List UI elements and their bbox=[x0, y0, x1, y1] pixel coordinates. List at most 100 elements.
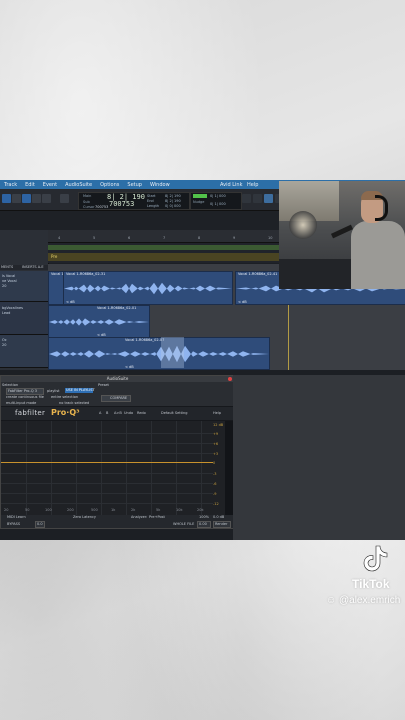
zoom-value[interactable]: 100% bbox=[199, 515, 209, 519]
selector-tool-button[interactable] bbox=[22, 194, 31, 203]
zoom-tool-button[interactable] bbox=[2, 194, 11, 203]
db-tick[interactable]: 12 dB bbox=[213, 423, 223, 427]
handle-field[interactable]: 0.00 bbox=[197, 521, 211, 528]
ruler-tick: 9 bbox=[233, 236, 236, 240]
menu-item-help[interactable]: Help bbox=[243, 182, 262, 188]
timeline-ruler[interactable]: 4 5 6 7 8 9 10 bbox=[48, 230, 282, 243]
eq-curve[interactable] bbox=[1, 462, 213, 463]
undo-button[interactable]: Undo bbox=[124, 411, 133, 415]
menu-item-clip[interactable]: Edit bbox=[21, 182, 39, 188]
start-label: Start bbox=[147, 194, 156, 198]
webcam-video bbox=[279, 181, 405, 289]
freq-tick: 5k bbox=[156, 508, 161, 512]
waveform bbox=[49, 345, 269, 363]
ruler-tick: 10 bbox=[268, 236, 273, 240]
clip-name: Vocal 1-R0686a_02-01 bbox=[97, 306, 137, 310]
audio-clip[interactable]: Vocal 1-R0686a_02-01 < dB bbox=[48, 305, 150, 338]
ruler-tick: 4 bbox=[58, 236, 61, 240]
eq-display[interactable]: 12 dB +9 +6 +3 0 -3 -6 -9 -12 20 50 100 … bbox=[1, 421, 225, 515]
zero-latency-toggle[interactable]: Zero Latency bbox=[73, 515, 96, 519]
processing-mode[interactable]: create continuous file bbox=[6, 395, 44, 399]
menu-item-avid-link[interactable]: Avid Link bbox=[216, 182, 246, 188]
db-tick: +9 bbox=[213, 432, 219, 436]
ruler-tick: 8 bbox=[198, 236, 201, 240]
toolbar-a[interactable]: A bbox=[99, 411, 101, 415]
pro-q3-logo: Pro·Q³ bbox=[51, 408, 80, 417]
midi-learn-button[interactable]: MIDI Learn bbox=[7, 515, 26, 519]
grid-mode-indicator[interactable] bbox=[193, 194, 207, 198]
person-body bbox=[351, 221, 405, 289]
grid-nudge-display: 0| 1| 000 Nudge 0| 1| 000 bbox=[190, 192, 242, 210]
username-text: @alex.emrich bbox=[339, 595, 401, 606]
qty-value: 0.0 bbox=[37, 522, 43, 526]
audiosuite-window: AudioSuite Selection Preset FabFilter Pr… bbox=[0, 375, 235, 529]
plugin-name: FabFilter Pro-Q 3 bbox=[8, 389, 37, 393]
scrubber-tool-button[interactable] bbox=[42, 194, 51, 203]
redo-button[interactable]: Redo bbox=[137, 411, 146, 415]
multi-input-mode-toggle[interactable]: multi-input mode bbox=[6, 401, 36, 405]
trim-tool-button[interactable] bbox=[12, 194, 21, 203]
track-name: bgVocalines bbox=[2, 306, 23, 310]
ruler-tick: 5 bbox=[93, 236, 96, 240]
menu-item-audiosuite[interactable]: AudioSuite bbox=[61, 182, 96, 188]
menu-item-options[interactable]: Options bbox=[96, 182, 123, 188]
menu-item-setup[interactable]: Setup bbox=[123, 182, 146, 188]
freq-tick: 200 bbox=[67, 508, 74, 512]
clip-name: Vocal 1-R0686a_02-31 bbox=[66, 272, 106, 276]
freq-tick: 1k bbox=[111, 508, 116, 512]
grabber-tool-button[interactable] bbox=[32, 194, 41, 203]
track-header-3[interactable]: Oc 20 bbox=[0, 335, 48, 368]
user-icon: ☺ bbox=[326, 595, 339, 606]
selection-mode[interactable]: entire selection bbox=[51, 395, 78, 399]
rewind-button[interactable] bbox=[253, 194, 262, 203]
use-in-playlist-button[interactable]: USE IN PLAYLIST bbox=[65, 388, 95, 393]
end-label: End bbox=[147, 199, 154, 203]
toolbar-b[interactable]: B bbox=[106, 411, 108, 415]
cursor-value: 700753 bbox=[95, 205, 109, 209]
play-button[interactable] bbox=[264, 194, 273, 203]
audio-clip[interactable]: Vocal 1-R0686a_02-31 < dB bbox=[63, 271, 233, 305]
grid-value[interactable]: 0| 1| 000 bbox=[210, 194, 226, 198]
selection-label: Selection bbox=[2, 383, 19, 387]
marker-label[interactable]: Pre bbox=[51, 254, 57, 259]
menu-item-event[interactable]: Event bbox=[39, 182, 61, 188]
playlist-selector[interactable]: playlist bbox=[47, 389, 60, 393]
inserts-column: INSERTS A-E bbox=[22, 265, 44, 269]
sub-counter-value[interactable]: 700753 bbox=[109, 200, 134, 208]
close-icon[interactable] bbox=[228, 377, 232, 381]
end-value[interactable]: 8| 2| 190 bbox=[165, 199, 181, 203]
column-header: MENTS INSERTS A-E bbox=[0, 265, 48, 270]
track-header-2[interactable]: bgVocalines Lead bbox=[0, 302, 48, 335]
handle-value: 0.00 bbox=[199, 522, 207, 526]
analyzer-value[interactable]: Pre+Post bbox=[149, 515, 165, 519]
nudge-value[interactable]: 0| 1| 000 bbox=[210, 202, 226, 206]
use-in-playlist-label: USE IN PLAYLIST bbox=[66, 388, 95, 392]
menu-item-track[interactable]: Track bbox=[0, 182, 21, 188]
stop-button[interactable] bbox=[242, 194, 251, 203]
compare-button[interactable]: COMPARE bbox=[101, 395, 131, 402]
track-header-1[interactable]: ls Vocal ve Vocal 20 bbox=[0, 271, 48, 302]
sub-counter-label: Sub bbox=[83, 200, 90, 204]
marker-ruler[interactable]: Pre bbox=[48, 243, 282, 263]
freq-tick: 500 bbox=[91, 508, 98, 512]
audio-clip[interactable]: Vocal 1-R0686a_02-07 < dB bbox=[48, 337, 270, 370]
freq-tick: 20 bbox=[4, 508, 9, 512]
start-value[interactable]: 8| 2| 190 bbox=[165, 194, 181, 198]
studio-light bbox=[289, 211, 317, 239]
menu-item-window[interactable]: Window bbox=[146, 182, 174, 188]
render-button[interactable]: Render bbox=[213, 521, 231, 528]
preset-name[interactable]: Default Setting bbox=[161, 411, 187, 415]
clip-gain: < dB bbox=[66, 300, 75, 304]
length-value[interactable]: 0| 0| 000 bbox=[165, 204, 181, 208]
plugin-selector[interactable]: FabFilter Pro-Q 3 bbox=[6, 388, 44, 395]
output-gain[interactable]: 0.0 dB bbox=[213, 515, 224, 519]
audio-clip[interactable]: Vocal 1 bbox=[48, 271, 64, 305]
pencil-tool-button[interactable] bbox=[60, 194, 69, 203]
bypass-button[interactable]: BYPASS bbox=[7, 522, 20, 526]
toolbar-a-to-b[interactable]: A>B bbox=[114, 411, 122, 415]
marker-lane: Pre bbox=[48, 253, 282, 261]
help-button[interactable]: Help bbox=[213, 411, 221, 415]
freq-tick: 2k bbox=[131, 508, 136, 512]
qty-field[interactable]: 0.0 bbox=[35, 521, 45, 528]
clip-gain: < dB bbox=[125, 365, 134, 369]
